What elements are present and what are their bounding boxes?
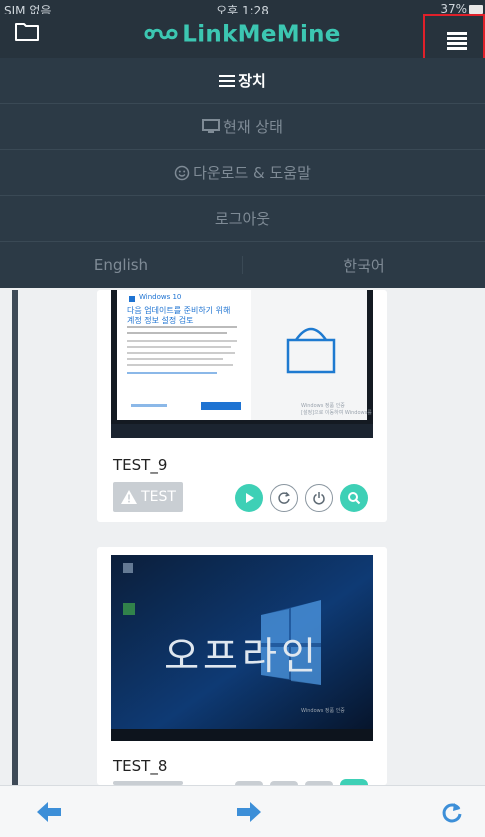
search-icon (348, 492, 361, 505)
forward-button[interactable] (236, 800, 262, 824)
restart-button[interactable] (270, 484, 298, 512)
screen-watermark-line1: Windows 정품 인증 (301, 708, 345, 714)
list-icon (219, 74, 236, 88)
device-screen-thumbnail[interactable]: 오프라인 Windows 정품 인증 (111, 555, 373, 741)
menu-item-label: 로그아웃 (214, 210, 271, 228)
device-card: 오프라인 Windows 정품 인증 TEST_8 (97, 547, 387, 785)
back-button[interactable] (36, 800, 62, 824)
nav-menu: 장치 현재 상태 다운로드 & 도움말 로그아웃 English 한국어 (0, 58, 485, 288)
screen-watermark-line1: Windows 정품 인증 (301, 403, 345, 409)
play-button[interactable] (235, 484, 263, 512)
device-card: Windows 10 다음 업데이트를 준비하기 위해 계정 정보 설정 검토 … (97, 290, 387, 522)
offline-status-text: 오프라인 (164, 634, 320, 678)
screen-windows-label: Windows 10 (139, 293, 182, 301)
language-korean-button[interactable]: 한국어 (243, 255, 485, 276)
screen-heading-line2: 계정 정보 설정 검토 (127, 316, 194, 325)
test-badge: TEST (113, 482, 183, 512)
device-name: TEST_9 (113, 456, 168, 474)
smiley-icon (174, 165, 190, 181)
menu-item-label: 다운로드 & 도움말 (193, 164, 311, 182)
language-selector: English 한국어 (0, 242, 485, 288)
menu-item-devices[interactable]: 장치 (0, 58, 485, 104)
menu-item-label: 현재 상태 (223, 118, 283, 136)
arrow-right-icon (237, 802, 261, 822)
menu-item-status[interactable]: 현재 상태 (0, 104, 485, 150)
left-rail (12, 290, 18, 795)
screen-watermark-line2: [설정]으로 이동하여 Windows를 (301, 410, 372, 416)
bottom-toolbar (0, 785, 485, 837)
power-button[interactable] (305, 484, 333, 512)
reload-button[interactable] (440, 800, 466, 824)
monitor-icon (202, 119, 221, 134)
menu-item-label: 장치 (238, 72, 266, 90)
device-screen-thumbnail[interactable]: Windows 10 다음 업데이트를 준비하기 위해 계정 정보 설정 검토 … (111, 290, 373, 438)
app-logo-text: LinkMeMine (182, 21, 341, 48)
power-icon (313, 492, 325, 505)
app-bar: LinkMeMine (0, 14, 485, 70)
search-button[interactable] (340, 484, 368, 512)
menu-item-logout[interactable]: 로그아웃 (0, 196, 485, 242)
arrow-left-icon (37, 802, 61, 822)
app-logo: LinkMeMine (0, 21, 485, 48)
reload-icon (442, 803, 462, 823)
device-name: TEST_8 (113, 757, 168, 775)
menu-item-downloads-help[interactable]: 다운로드 & 도움말 (0, 150, 485, 196)
language-english-button[interactable]: English (0, 256, 243, 274)
infinity-logo-icon (144, 22, 178, 48)
menu-list-icon (447, 32, 467, 50)
warning-icon (120, 489, 138, 505)
play-icon (246, 493, 254, 503)
test-badge-label: TEST (141, 489, 176, 505)
battery-icon (469, 5, 483, 14)
refresh-icon (278, 491, 290, 504)
